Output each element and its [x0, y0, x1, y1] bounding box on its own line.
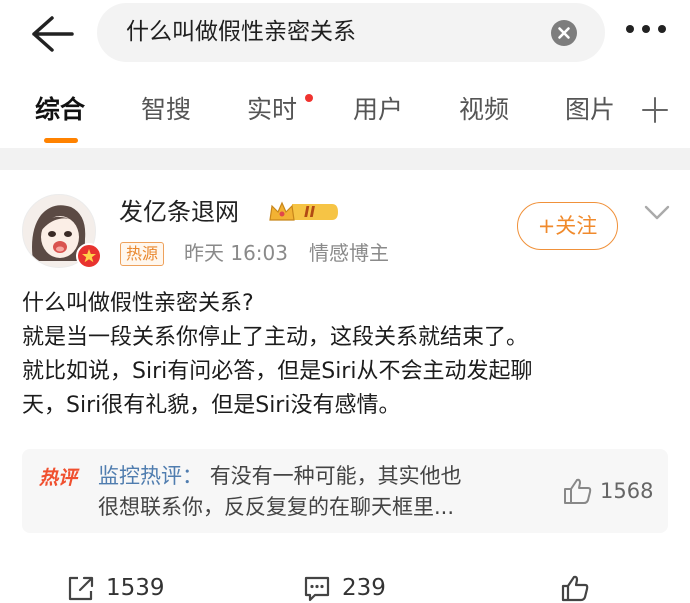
hot-source-tag: 热源 — [120, 242, 165, 266]
post-menu-button[interactable] — [644, 203, 670, 221]
post-content[interactable]: 什么叫做假性亲密关系? 就是当一段关系你停止了主动，这段关系就结束了。 就比如说… — [22, 287, 672, 423]
post-line: 就是当一段关系你停止了主动，这段关系就结束了。 — [22, 325, 529, 350]
share-icon — [68, 576, 94, 601]
tab-users[interactable]: 用户 — [353, 94, 403, 126]
chevron-down-icon — [644, 205, 670, 220]
clear-search-button[interactable] — [551, 20, 577, 46]
post-actions: 1539 239 — [0, 560, 690, 602]
add-tab-button[interactable] — [642, 97, 668, 123]
repost-button[interactable]: 1539 — [66, 573, 186, 603]
hot-comment-line1: 有没有一种可能，其实他也 — [209, 464, 462, 488]
post-line: 什么叫做假性亲密关系? — [22, 291, 254, 316]
author-role: 情感博主 — [309, 241, 389, 265]
vip-badge: II — [268, 200, 340, 224]
new-content-dot — [305, 94, 313, 102]
hot-comment-line2: 很想联系你，反反复复的在聊天框里... — [98, 495, 455, 519]
back-button[interactable] — [28, 14, 78, 54]
vip-level: II — [304, 203, 316, 221]
search-tabs: 综合 智搜 实时 用户 视频 图片 — [0, 80, 690, 145]
tab-images[interactable]: 图片 — [565, 94, 615, 126]
verified-badge-icon — [76, 243, 102, 269]
comment-like-count: 1568 — [600, 479, 654, 503]
hot-comment-card[interactable]: 热评 监控热评： 有没有一种可能，其实他也 很想联系你，反反复复的在聊天框里..… — [22, 449, 668, 533]
tab-smart-search[interactable]: 智搜 — [141, 94, 191, 126]
thumbs-up-icon — [561, 575, 589, 602]
active-tab-indicator — [44, 138, 78, 143]
section-divider — [0, 148, 690, 170]
search-query: 什么叫做假性亲密关系 — [126, 19, 356, 45]
hot-comment-logo: 热评 — [39, 467, 78, 489]
like-button[interactable] — [560, 573, 590, 603]
follow-button[interactable]: +关注 — [517, 202, 618, 250]
hot-comment-author[interactable]: 监控热评： — [98, 464, 203, 488]
plus-icon — [642, 97, 668, 123]
post-line: 天，Siri很有礼貌，但是Siri没有感情。 — [22, 393, 401, 418]
arrow-left-icon — [32, 16, 74, 52]
tab-realtime[interactable]: 实时 — [247, 94, 297, 126]
search-input[interactable]: 什么叫做假性亲密关系 — [97, 3, 605, 62]
post-time: 昨天 16:03 — [184, 241, 288, 265]
comment-like-button[interactable]: 1568 — [562, 476, 662, 506]
more-dot-icon — [626, 25, 634, 33]
post-line: 就比如说，Siri有问必答，但是Siri从不会主动发起聊 — [22, 359, 533, 384]
comment-count: 239 — [342, 575, 386, 601]
more-options-button[interactable] — [622, 25, 670, 39]
comment-button[interactable]: 239 — [302, 573, 412, 603]
comment-icon — [304, 576, 330, 602]
tab-general[interactable]: 综合 — [35, 94, 85, 126]
repost-count: 1539 — [106, 575, 165, 601]
search-header: 什么叫做假性亲密关系 — [0, 0, 690, 70]
close-icon — [558, 27, 570, 39]
author-name[interactable]: 发亿条退网 — [119, 196, 239, 228]
tab-video[interactable]: 视频 — [459, 94, 509, 126]
thumbs-up-icon — [564, 478, 592, 504]
hot-comment-text: 监控热评： 有没有一种可能，其实他也 很想联系你，反反复复的在聊天框里... — [98, 461, 548, 523]
more-dot-icon — [642, 25, 650, 33]
more-dot-icon — [658, 25, 666, 33]
